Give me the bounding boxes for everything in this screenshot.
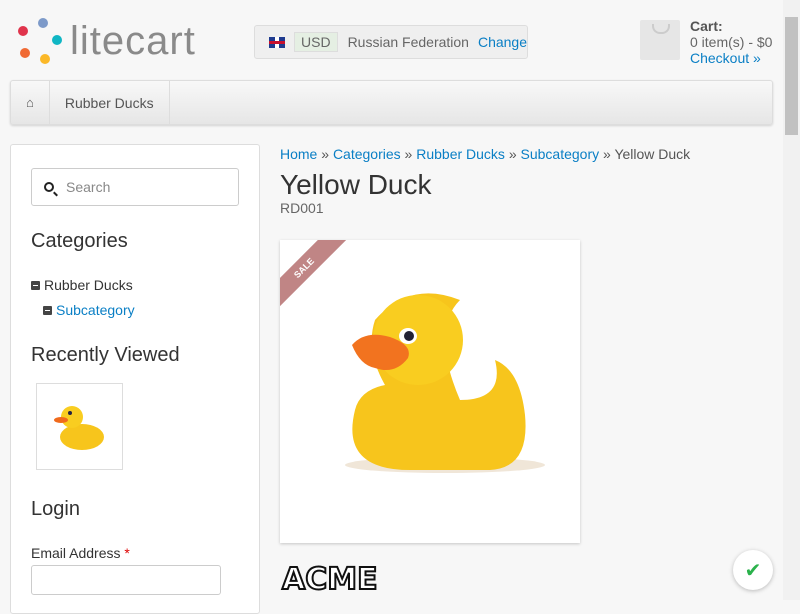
categories-title: Categories bbox=[31, 230, 128, 252]
recently-viewed-title: Recently Viewed bbox=[31, 344, 180, 366]
scrollbar-thumb[interactable] bbox=[785, 17, 798, 135]
sidebar: Search Categories Rubber Ducks Subcatego… bbox=[10, 144, 260, 614]
nav-item-rubber-ducks[interactable]: Rubber Ducks bbox=[50, 81, 170, 124]
duck-icon bbox=[53, 405, 104, 450]
breadcrumb-subcategory[interactable]: Subcategory bbox=[521, 146, 600, 162]
logo-dots-icon bbox=[16, 18, 64, 64]
breadcrumb-categories[interactable]: Categories bbox=[333, 146, 401, 162]
duck-image bbox=[345, 293, 545, 473]
breadcrumb-home[interactable]: Home bbox=[280, 146, 317, 162]
uk-flag-icon bbox=[269, 36, 285, 48]
recent-product-thumbnail[interactable] bbox=[36, 383, 123, 470]
category-label: Rubber Ducks bbox=[44, 277, 133, 293]
login-title: Login bbox=[31, 498, 80, 520]
email-label: Email Address bbox=[31, 545, 121, 561]
breadcrumb-current: Yellow Duck bbox=[614, 146, 691, 162]
search-placeholder: Search bbox=[66, 179, 111, 195]
separator: » bbox=[508, 146, 517, 162]
category-link[interactable]: Subcategory bbox=[56, 302, 135, 318]
product-title: Yellow Duck bbox=[280, 169, 432, 200]
cart[interactable]: Cart: 0 item(s) - $0 Checkout » bbox=[640, 18, 772, 66]
collapse-icon bbox=[31, 280, 40, 290]
separator: » bbox=[321, 146, 330, 162]
breadcrumb: Home » Categories » Rubber Ducks » Subca… bbox=[280, 146, 690, 162]
change-region-link[interactable]: Change bbox=[478, 34, 527, 50]
email-field[interactable] bbox=[31, 565, 221, 595]
collapse-icon bbox=[43, 305, 52, 315]
separator: » bbox=[404, 146, 413, 162]
security-shield-icon[interactable]: ✔ bbox=[733, 550, 773, 590]
currency: USD bbox=[294, 32, 338, 52]
top-nav: ⌂ Rubber Ducks bbox=[10, 80, 773, 125]
manufacturer-logo[interactable]: ACME bbox=[281, 561, 379, 598]
logo[interactable]: litecart bbox=[16, 18, 196, 64]
logo-text: litecart bbox=[70, 19, 196, 63]
product-image[interactable]: SALE bbox=[280, 240, 580, 543]
scrollbar[interactable] bbox=[783, 0, 800, 600]
breadcrumb-rubber-ducks[interactable]: Rubber Ducks bbox=[416, 146, 505, 162]
cart-title: Cart: bbox=[690, 18, 723, 34]
home-icon: ⌂ bbox=[26, 95, 34, 110]
product-main: Home » Categories » Rubber Ducks » Subca… bbox=[280, 146, 690, 216]
country: Russian Federation bbox=[347, 34, 469, 50]
shopping-bag-icon bbox=[640, 20, 680, 60]
category-subcategory[interactable]: Subcategory bbox=[43, 302, 239, 318]
search-input[interactable]: Search bbox=[31, 168, 239, 206]
required-mark: * bbox=[124, 545, 130, 561]
cart-summary: 0 item(s) - $0 bbox=[690, 34, 773, 50]
region-selector: USD Russian Federation Change bbox=[254, 25, 528, 59]
category-rubber-ducks[interactable]: Rubber Ducks bbox=[31, 277, 239, 293]
checkout-link[interactable]: Checkout » bbox=[690, 50, 761, 66]
nav-home[interactable]: ⌂ bbox=[11, 81, 50, 124]
product-sku: RD001 bbox=[280, 200, 324, 216]
search-icon bbox=[44, 182, 54, 192]
separator: » bbox=[603, 146, 611, 162]
